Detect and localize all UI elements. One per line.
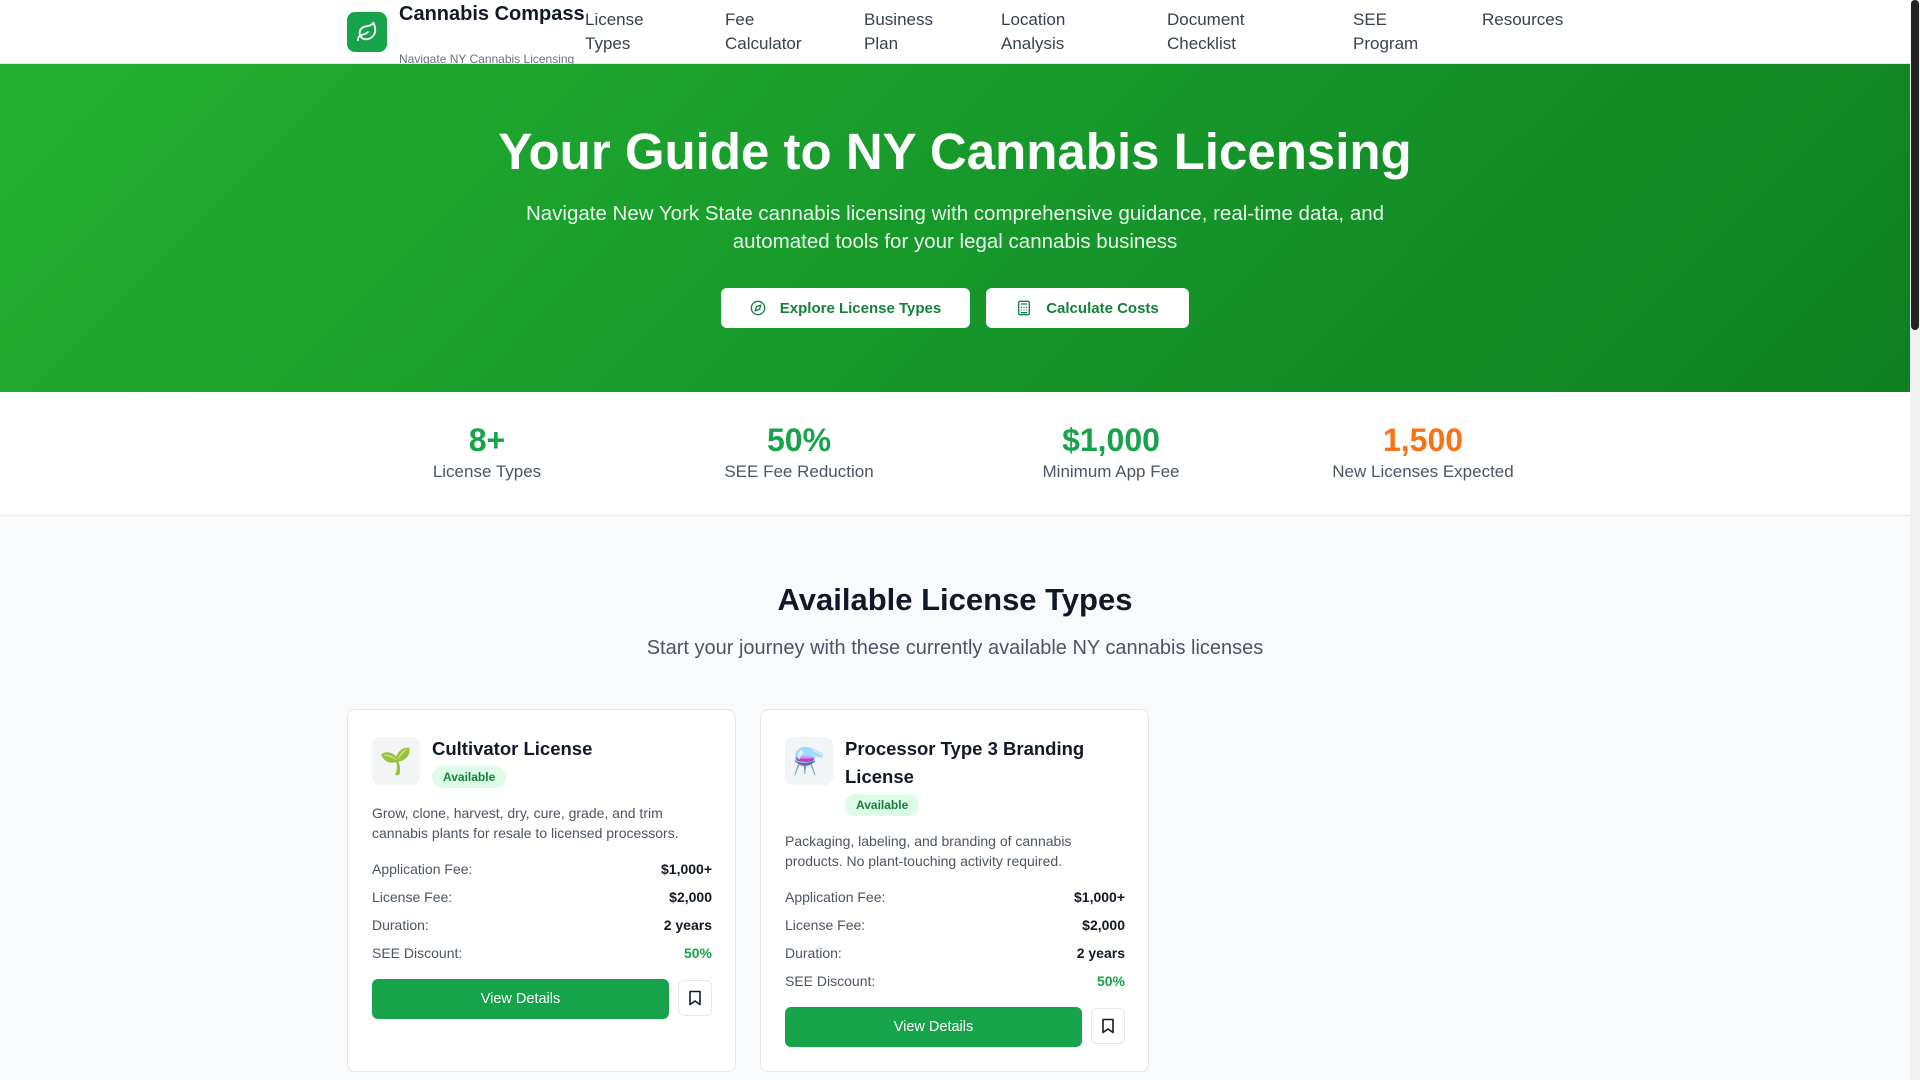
row-value: 2 years bbox=[663, 917, 712, 933]
stat-value: $1,000 bbox=[1062, 422, 1160, 458]
license-fee-row: License Fee: $2,000 bbox=[372, 886, 712, 908]
row-value: $2,000 bbox=[669, 889, 712, 905]
row-label: SEE Discount: bbox=[785, 973, 876, 989]
leaf-icon bbox=[356, 21, 377, 42]
hero-subtitle: Navigate New York State cannabis licensi… bbox=[525, 202, 1385, 253]
application-fee-row: Application Fee: $1,000+ bbox=[785, 886, 1125, 908]
stat-value: 1,500 bbox=[1382, 422, 1464, 458]
row-label: Duration: bbox=[785, 945, 842, 961]
stat-label: New Licenses Expected bbox=[1332, 462, 1514, 481]
license-card-description: Grow, clone, harvest, dry, cure, grade, … bbox=[372, 805, 679, 841]
stat-label: SEE Fee Reduction bbox=[724, 462, 874, 481]
row-value: 2 years bbox=[1076, 945, 1125, 961]
stat-license-types: 8+ License Types bbox=[331, 420, 643, 483]
nav-business-plan[interactable]: Business Plan bbox=[864, 8, 954, 56]
license-card-title: Cultivator License bbox=[432, 738, 593, 759]
row-label: License Fee: bbox=[785, 917, 866, 933]
brand-logo[interactable] bbox=[347, 12, 387, 52]
duration-row: Duration: 2 years bbox=[785, 942, 1125, 964]
compass-icon bbox=[750, 300, 766, 316]
row-label: Application Fee: bbox=[372, 861, 473, 877]
row-label: SEE Discount: bbox=[372, 945, 463, 961]
stat-value: 8+ bbox=[468, 422, 506, 458]
explore-license-types-label: Explore License Types bbox=[779, 299, 942, 317]
license-card-cultivator: 🌱 Cultivator License Available Grow, clo… bbox=[347, 709, 736, 1072]
page-scrollbar[interactable] bbox=[1910, 0, 1920, 1080]
seedling-icon: 🌱 bbox=[372, 737, 420, 785]
calculate-costs-label: Calculate Costs bbox=[1046, 299, 1159, 317]
stat-label: License Types bbox=[432, 462, 542, 481]
nav-document-checklist[interactable]: Document Checklist bbox=[1167, 8, 1277, 56]
stat-value: 50% bbox=[766, 422, 832, 458]
status-badge: Available bbox=[845, 794, 920, 816]
brand-name[interactable]: Cannabis Compass bbox=[399, 0, 599, 28]
nav-see-program[interactable]: SEE Program bbox=[1353, 8, 1433, 56]
row-value: $2,000 bbox=[1082, 917, 1125, 933]
duration-row: Duration: 2 years bbox=[372, 914, 712, 936]
calculator-icon bbox=[1018, 300, 1031, 316]
nav-resources[interactable]: Resources bbox=[1482, 8, 1582, 32]
hero-section: Your Guide to NY Cannabis Licensing Navi… bbox=[0, 64, 1910, 392]
bookmark-button[interactable] bbox=[1091, 1008, 1125, 1044]
nav-location-analysis[interactable]: Location Analysis bbox=[1001, 8, 1101, 56]
top-header: Cannabis Compass Navigate NY Cannabis Li… bbox=[0, 0, 1910, 66]
license-fee-row: License Fee: $2,000 bbox=[785, 914, 1125, 936]
flask-icon: ⚗️ bbox=[785, 737, 833, 785]
scrollbar-thumb[interactable] bbox=[1911, 0, 1919, 330]
license-card-processor-type-3: ⚗️ Processor Type 3 Branding License Ava… bbox=[760, 709, 1149, 1072]
bookmark-icon bbox=[689, 990, 701, 1006]
nav-license-types[interactable]: License Types bbox=[585, 8, 675, 56]
hero-title: Your Guide to NY Cannabis Licensing bbox=[498, 123, 1412, 180]
row-value: 50% bbox=[1096, 973, 1125, 989]
bookmark-button[interactable] bbox=[678, 980, 712, 1016]
section-title: Available License Types bbox=[777, 582, 1133, 617]
see-discount-row: SEE Discount: 50% bbox=[372, 942, 712, 964]
status-badge: Available bbox=[432, 766, 507, 788]
view-details-button[interactable]: View Details bbox=[785, 1007, 1082, 1047]
stat-see-fee-reduction: 50% SEE Fee Reduction bbox=[643, 420, 955, 483]
see-discount-row: SEE Discount: 50% bbox=[785, 970, 1125, 992]
row-value: $1,000+ bbox=[661, 861, 712, 877]
section-subtitle: Start your journey with these currently … bbox=[646, 637, 1264, 659]
bookmark-icon bbox=[1102, 1018, 1114, 1034]
row-label: License Fee: bbox=[372, 889, 453, 905]
stat-label: Minimum App Fee bbox=[1042, 462, 1180, 481]
page: Cannabis Compass Navigate NY Cannabis Li… bbox=[0, 0, 1910, 1080]
explore-license-types-button[interactable]: Explore License Types bbox=[721, 288, 970, 328]
nav-fee-calculator[interactable]: Fee Calculator bbox=[725, 8, 815, 56]
stats-bar: 8+ License Types 50% SEE Fee Reduction $… bbox=[0, 392, 1910, 516]
stat-new-licenses-expected: 1,500 New Licenses Expected bbox=[1267, 420, 1579, 483]
row-value: 50% bbox=[683, 945, 712, 961]
license-card-title: Processor Type 3 Branding License bbox=[845, 738, 1085, 787]
calculate-costs-button[interactable]: Calculate Costs bbox=[986, 288, 1189, 328]
row-value: $1,000+ bbox=[1074, 889, 1125, 905]
view-details-button[interactable]: View Details bbox=[372, 979, 669, 1019]
license-card-description: Packaging, labeling, and branding of can… bbox=[785, 833, 1072, 869]
application-fee-row: Application Fee: $1,000+ bbox=[372, 858, 712, 880]
row-label: Application Fee: bbox=[785, 889, 886, 905]
stat-minimum-app-fee: $1,000 Minimum App Fee bbox=[955, 420, 1267, 483]
row-label: Duration: bbox=[372, 917, 429, 933]
